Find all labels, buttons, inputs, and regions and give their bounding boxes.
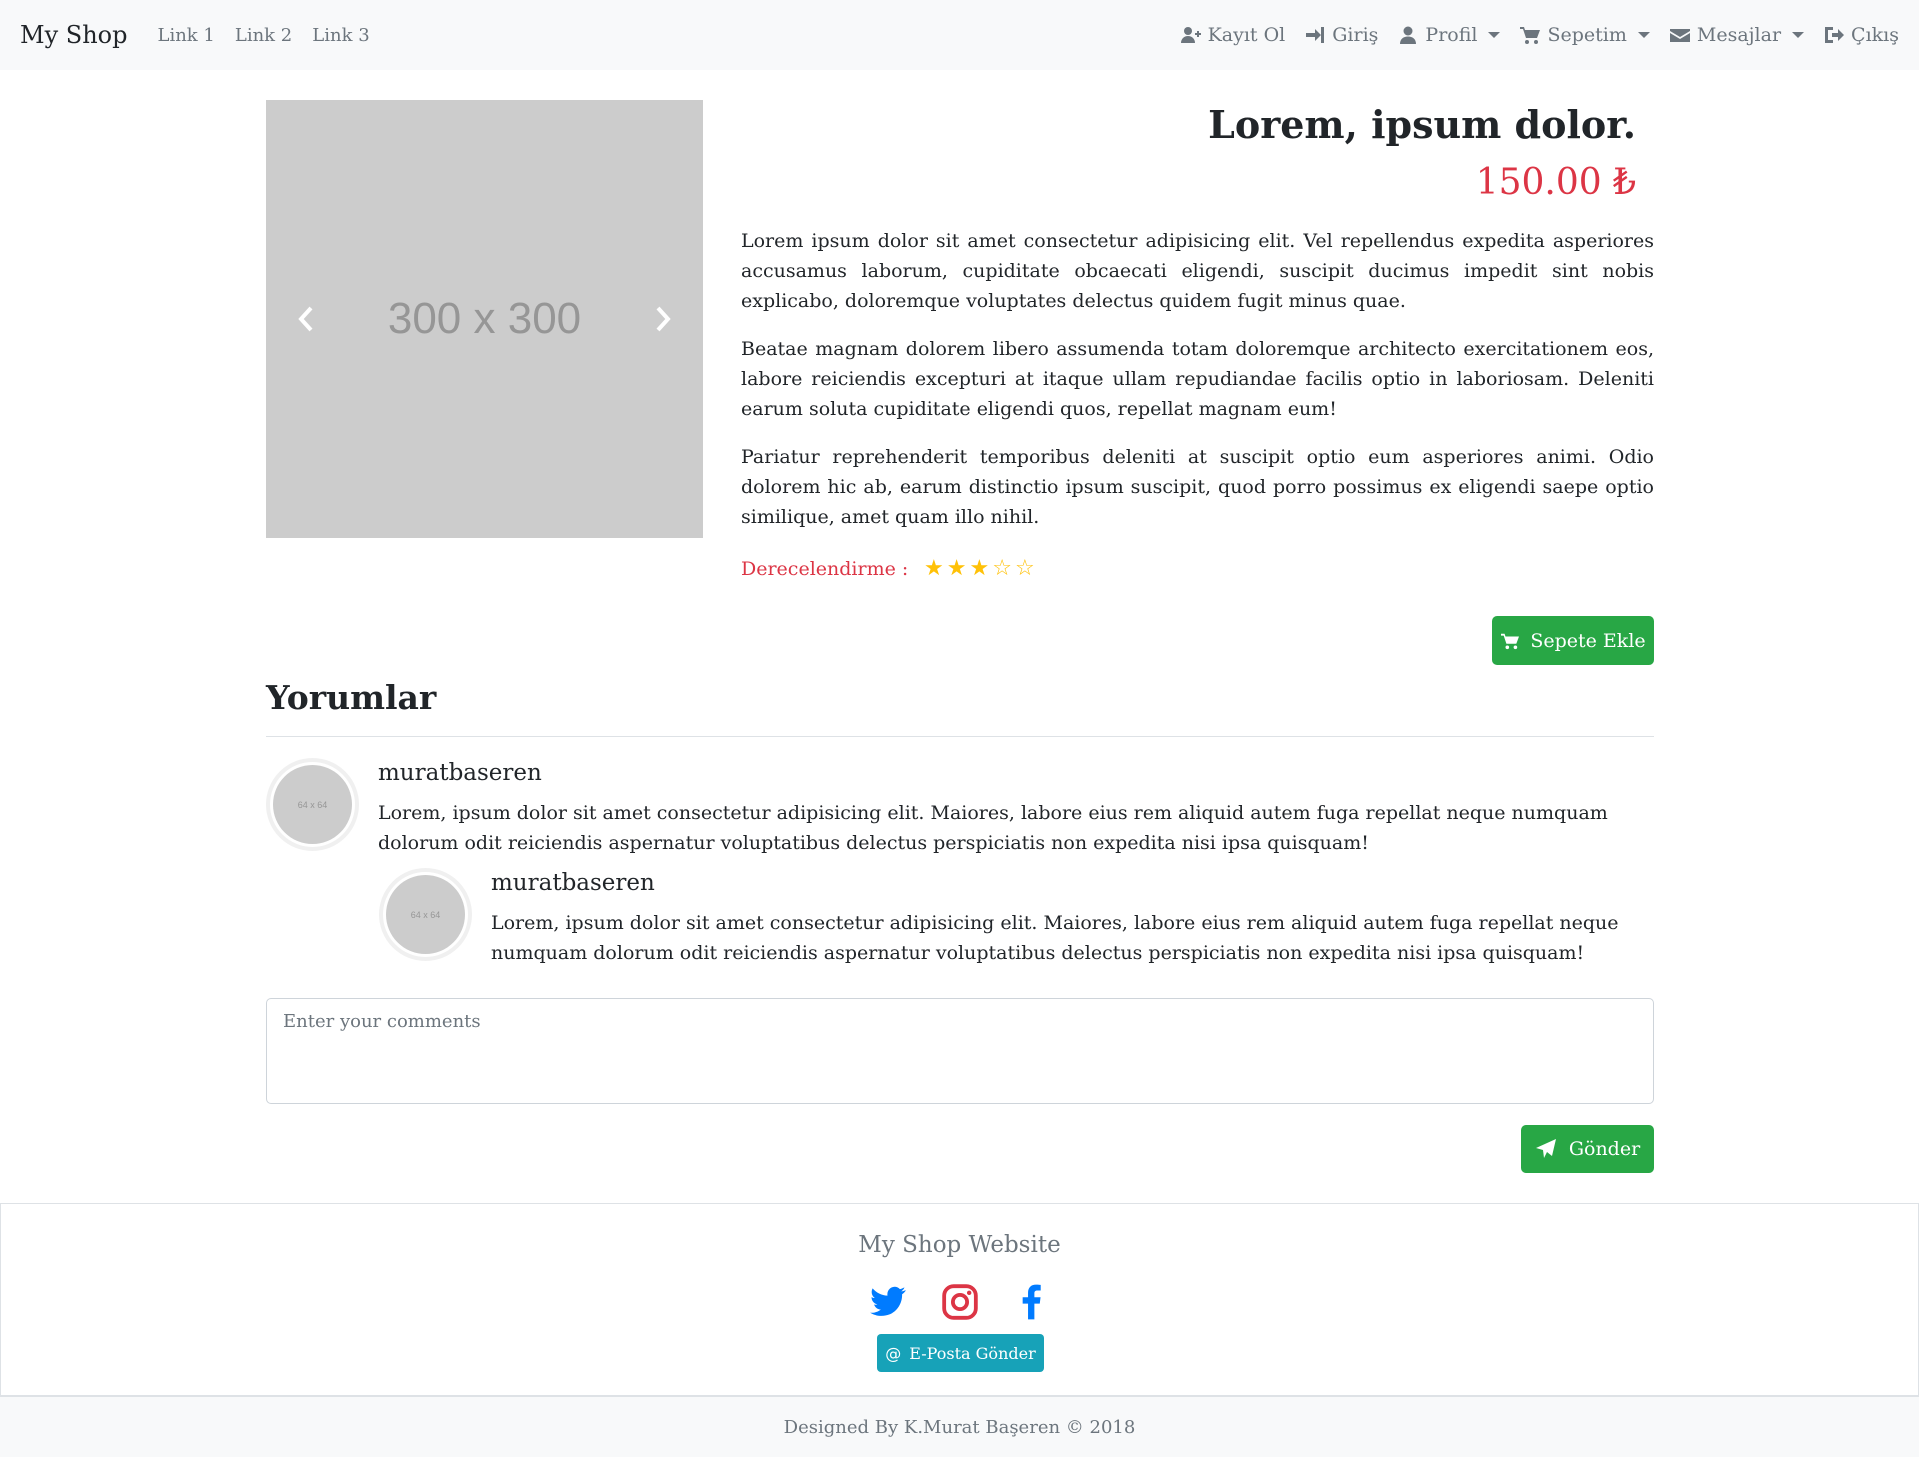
logout-label: Çıkış [1851,24,1899,46]
add-to-cart-label: Sepete Ekle [1530,629,1646,652]
messages-dropdown[interactable]: Mesajlar [1669,24,1805,46]
avatar: 64 x 64 [266,758,359,851]
product-image-carousel: 300 x 300 [266,100,703,538]
rating-stars: ★ ★ ★ ☆ ☆ [924,558,1035,580]
description-paragraph: Pariatur reprehenderit temporibus deleni… [741,446,1654,528]
product-title: Lorem, ipsum dolor. [1208,102,1636,147]
avatar-placeholder: 64 x 64 [386,875,465,954]
comment-author: muratbaseren [378,760,542,786]
send-comment-button[interactable]: Gönder [1521,1125,1654,1173]
product-price: 150.00 ₺ [1475,162,1636,203]
instagram-link[interactable] [940,1282,980,1322]
login-label: Giriş [1332,24,1379,46]
send-label: Gönder [1568,1138,1641,1160]
social-links [1,1282,1918,1322]
twitter-link[interactable] [868,1282,908,1322]
comment-author: muratbaseren [491,870,655,896]
chevron-down-icon [1792,32,1805,38]
profile-dropdown[interactable]: Profil [1398,24,1501,46]
send-email-label: E-Posta Gönder [909,1343,1036,1363]
facebook-icon [1022,1284,1041,1320]
chevron-down-icon [1637,32,1650,38]
sign-in-icon [1306,27,1325,43]
paper-plane-icon [1535,1139,1556,1158]
envelope-icon [1669,29,1690,42]
at-sign-icon: @ [885,1343,902,1363]
star-empty-icon: ☆ [992,556,1012,581]
comment-text: Lorem, ipsum dolor sit amet consectetur … [378,802,1608,854]
comments-title: Yorumlar [266,678,437,717]
register-link[interactable]: Kayıt Ol [1180,24,1286,46]
facebook-link[interactable] [1012,1282,1052,1322]
product-description: Lorem ipsum dolor sit amet consectetur a… [741,226,1654,550]
star-filled-icon: ★ [924,556,944,581]
cart-label: Sepetim [1547,24,1627,46]
send-email-button[interactable]: @ E-Posta Gönder [877,1334,1044,1372]
star-filled-icon: ★ [969,556,990,581]
shopping-cart-icon [1501,633,1520,649]
description-paragraph: Beatae magnam dolorem libero assumenda t… [741,338,1654,420]
nav-link-2[interactable]: Link 2 [235,25,292,46]
brand-link[interactable]: My Shop [20,21,127,49]
carousel-next-button[interactable] [623,100,703,538]
description-paragraph: Lorem ipsum dolor sit amet consectetur a… [741,230,1654,312]
rating-label: Derecelendirme : [741,558,909,580]
user-plus-icon [1180,27,1201,43]
star-filled-icon: ★ [946,556,967,581]
copyright: Designed By K.Murat Başeren © 2018 [0,1396,1919,1457]
messages-label: Mesajlar [1696,24,1782,46]
star-empty-icon: ☆ [1014,556,1035,581]
nav-link-1[interactable]: Link 1 [157,25,214,46]
twitter-icon [869,1286,906,1316]
footer-title: My Shop Website [858,1232,1061,1258]
nav-links: Link 1 Link 2 Link 3 [157,25,369,46]
product-rating: Derecelendirme : ★ ★ ★ ☆ ☆ [741,558,1035,581]
avatar-placeholder: 64 x 64 [273,765,352,844]
chevron-left-icon [298,306,313,332]
comment-input[interactable] [266,998,1654,1104]
add-to-cart-button[interactable]: Sepete Ekle [1492,616,1654,665]
footer: My Shop Website @ E-Posta Gönder [0,1203,1919,1396]
divider [266,736,1654,737]
cart-dropdown[interactable]: Sepetim [1520,24,1650,46]
avatar: 64 x 64 [379,868,472,961]
chevron-right-icon [656,306,671,332]
nav-link-3[interactable]: Link 3 [312,25,369,46]
image-placeholder: 300 x 300 [387,294,582,343]
instagram-icon [941,1284,978,1320]
navbar: My Shop Link 1 Link 2 Link 3 Kayıt Ol Gi… [0,0,1919,70]
login-link[interactable]: Giriş [1305,24,1378,46]
register-label: Kayıt Ol [1207,24,1286,46]
sign-out-icon [1825,27,1845,43]
user-icon [1400,26,1417,44]
logout-link[interactable]: Çıkış [1824,24,1899,46]
chevron-down-icon [1488,32,1501,38]
carousel-prev-button[interactable] [266,100,346,538]
shopping-cart-icon [1520,27,1541,44]
nav-right: Kayıt Ol Giriş Profil Sepetim Mesajlar Ç… [1180,24,1899,46]
comment-text: Lorem, ipsum dolor sit amet consectetur … [491,912,1619,964]
profile-label: Profil [1425,24,1478,46]
